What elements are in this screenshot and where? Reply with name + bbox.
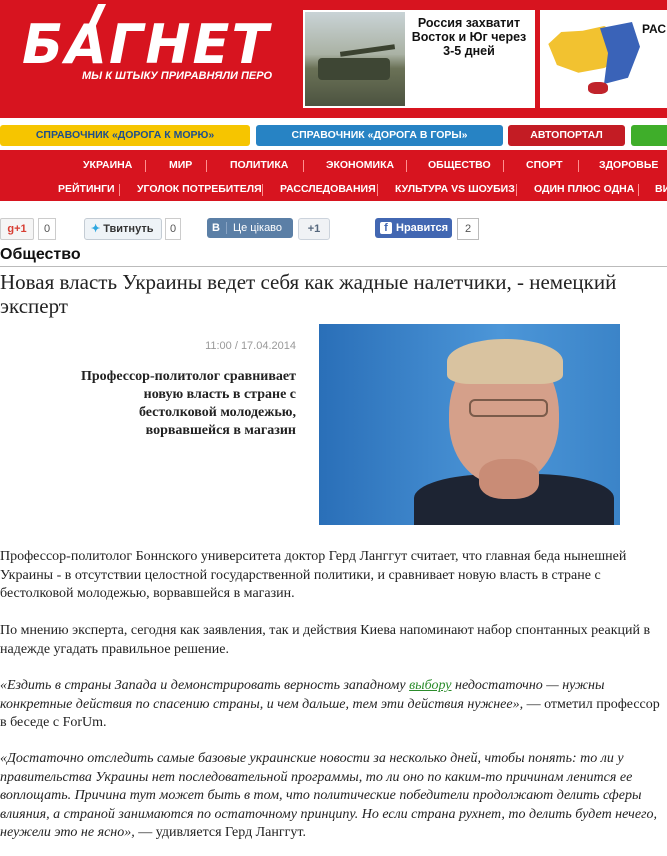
nav-item-society[interactable]: ОБЩЕСТВО	[428, 159, 491, 171]
nav-item-ukraine[interactable]: УКРАИНА	[83, 159, 132, 171]
facebook-count: 2	[457, 218, 479, 240]
photo-glasses	[469, 399, 548, 417]
twitter-count: 0	[165, 218, 181, 240]
vk-button[interactable]: B Це цікаво	[207, 218, 293, 238]
article-paragraph-2: По мнению эксперта, сегодня как заявлени…	[0, 623, 651, 657]
twitter-bird-icon: ✦	[91, 223, 101, 235]
guide-extra-link[interactable]	[631, 125, 667, 146]
gplus-button[interactable]: g+1	[0, 218, 34, 240]
nav-item-ratings[interactable]: РЕЙТИНГИ	[58, 183, 115, 195]
nav-item-more[interactable]: ВИ	[655, 183, 667, 195]
site-logo[interactable]: БАГНЕТ	[22, 18, 270, 72]
nav-item-culture[interactable]: КУЛЬТУРА VS ШОУБИЗ	[395, 183, 515, 195]
autoportal-link[interactable]: АВТОПОРТАЛ	[508, 125, 625, 146]
facebook-like-button[interactable]: f Нравится	[375, 218, 452, 238]
quote-attribution-2: — удивляется Герд Ланггут.	[134, 825, 306, 840]
nav-item-sport[interactable]: СПОРТ	[526, 159, 563, 171]
article-lead: Профессор-политолог сравнивает новую вла…	[81, 369, 296, 438]
twitter-button[interactable]: ✦ Твитнуть	[84, 218, 162, 240]
nav-item-investigations[interactable]: РАССЛЕДОВАНИЯ	[280, 183, 376, 195]
vk-label: Це цікаво	[232, 222, 283, 234]
banner-ad-2-text[interactable]: РАС	[642, 22, 666, 36]
facebook-icon: f	[380, 222, 392, 234]
article-title: Новая власть Украины ведет себя как жадн…	[0, 270, 617, 318]
article-paragraph-4: «Достаточно отследить самые базовые укра…	[0, 750, 662, 843]
article-date: 11:00 / 17.04.2014	[205, 340, 296, 352]
vk-icon: B	[207, 222, 227, 234]
nav-item-economy[interactable]: ЭКОНОМИКА	[326, 159, 394, 171]
photo-hair	[447, 339, 563, 384]
nav-item-politics[interactable]: ПОЛИТИКА	[230, 159, 288, 171]
facebook-label: Нравится	[396, 222, 449, 234]
quote-text-2: «Достаточно отследить самые базовые укра…	[0, 751, 658, 840]
site-slogan: МЫ К ШТЫКУ ПРИРАВНЯЛИ ПЕРО	[82, 70, 273, 82]
nav-item-world[interactable]: МИР	[169, 159, 192, 171]
nav-item-consumer[interactable]: УГОЛОК ПОТРЕБИТЕЛЯ	[137, 183, 262, 195]
guide-sea-link[interactable]: СПРАВОЧНИК «ДОРОГА К МОРЮ»	[0, 125, 250, 146]
twitter-label: Твитнуть	[103, 223, 154, 235]
article-paragraph-3: «Ездить в страны Запада и демонстрироват…	[0, 677, 662, 733]
article-photo	[319, 324, 620, 525]
section-title[interactable]: Общество	[0, 246, 81, 264]
choice-link[interactable]: выбору	[409, 678, 451, 693]
guide-mountains-link[interactable]: СПРАВОЧНИК «ДОРОГА В ГОРЫ»	[256, 125, 503, 146]
vk-count: +1	[298, 218, 330, 240]
nav-row-1: УКРАИНА МИР ПОЛИТИКА ЭКОНОМИКА ОБЩЕСТВО …	[0, 153, 667, 177]
quote-text-start: «Ездить в страны Запада и демонстрироват…	[0, 678, 410, 693]
article-paragraph-1: Профессор-политолог Боннского университе…	[0, 549, 627, 601]
main-nav: УКРАИНА МИР ПОЛИТИКА ЭКОНОМИКА ОБЩЕСТВО …	[0, 150, 667, 201]
nav-item-health[interactable]: ЗДОРОВЬЕ	[599, 159, 658, 171]
nav-item-one-plus-one[interactable]: ОДИН ПЛЮС ОДНА	[534, 183, 634, 195]
photo-hand	[479, 459, 539, 499]
nav-row-2: РЕЙТИНГИ УГОЛОК ПОТРЕБИТЕЛЯ РАССЛЕДОВАНИ…	[0, 177, 667, 201]
banner-ad-1-text[interactable]: Россия захватит Восток и Юг через 3-5 дн…	[405, 16, 533, 58]
gplus-count: 0	[38, 218, 56, 240]
section-divider	[0, 266, 667, 267]
crimea-map-region	[588, 82, 608, 94]
tank-body	[318, 58, 390, 80]
